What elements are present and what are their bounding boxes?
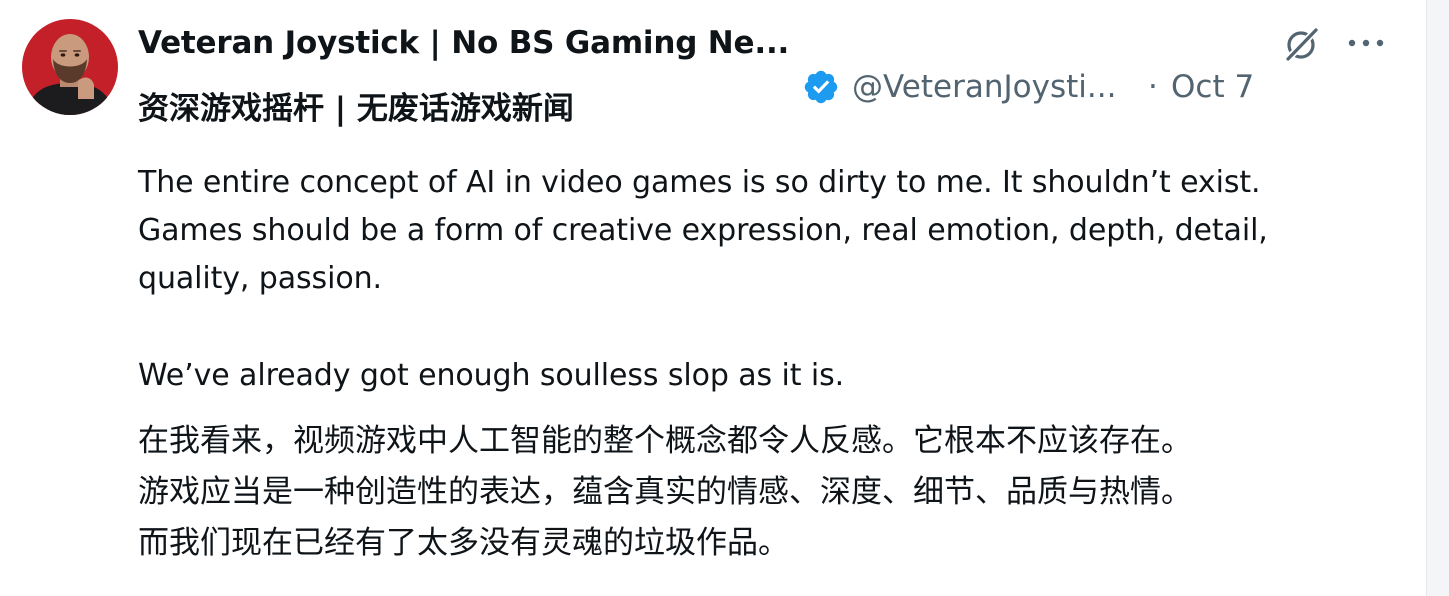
grok-icon[interactable]: [1282, 24, 1322, 64]
author-handle[interactable]: @VeteranJoysti...: [852, 66, 1116, 108]
translation-text-line: 游戏应当是一种创造性的表达，蕴含真实的情感、深度、细节、品质与热情。: [138, 474, 1192, 510]
avatar[interactable]: [22, 19, 118, 115]
display-name[interactable]: Veteran Joystick | No BS Gaming Ne...: [138, 22, 789, 64]
tweet-date[interactable]: Oct 7: [1171, 66, 1254, 108]
tweet-text-line: We’ve already got enough soulless slop a…: [138, 358, 845, 393]
tweet-text-line: Games should be a form of creative expre…: [138, 213, 1268, 248]
avatar-image: [22, 19, 118, 115]
tweet-text-line: quality, passion.: [138, 261, 382, 296]
separator-dot: ·: [1148, 69, 1158, 105]
translation-text-line: 而我们现在已经有了太多没有灵魂的垃圾作品。: [138, 525, 789, 561]
tweet-text-line: The entire concept of AI in video games …: [138, 165, 1261, 200]
scrollbar-track[interactable]: [1426, 0, 1449, 596]
tweet-card[interactable]: Veteran Joystick | No BS Gaming Ne... 资深…: [0, 0, 1449, 596]
verified-badge-icon: [804, 70, 838, 104]
display-name-translation: 资深游戏摇杆 | 无废话游戏新闻: [138, 91, 574, 127]
translation-text-line: 在我看来，视频游戏中人工智能的整个概念都令人反感。它根本不应该存在。: [138, 423, 1192, 459]
more-options-icon[interactable]: [1344, 28, 1388, 58]
